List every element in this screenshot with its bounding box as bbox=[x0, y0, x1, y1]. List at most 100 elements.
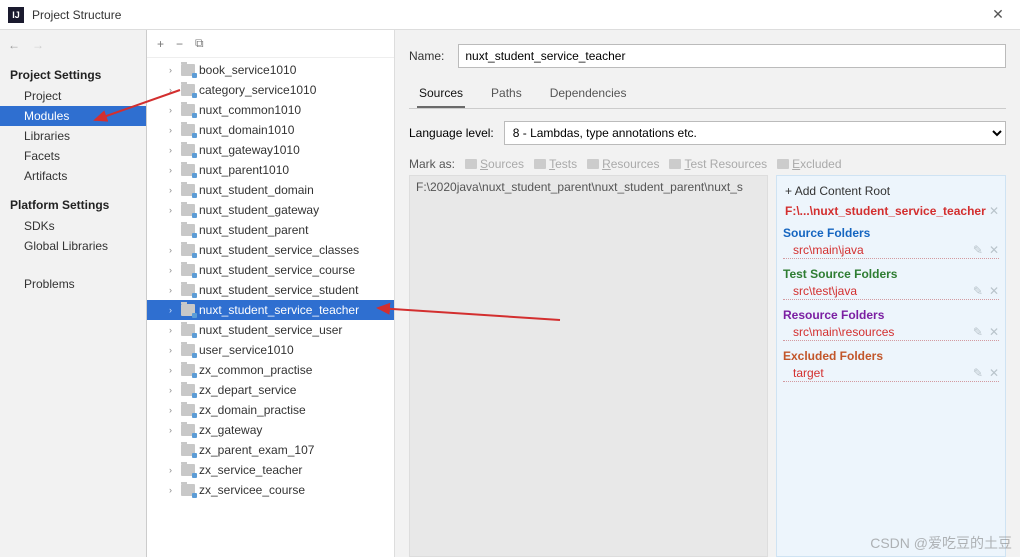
chevron-right-icon[interactable]: › bbox=[169, 345, 181, 355]
folder-icon bbox=[181, 484, 195, 496]
module-zx_servicee_course[interactable]: ›zx_servicee_course bbox=[147, 480, 394, 500]
module-zx_depart_service[interactable]: ›zx_depart_service bbox=[147, 380, 394, 400]
mark-tests[interactable]: Tests bbox=[534, 157, 577, 171]
content-roots-panel: Add Content Root F:\...\nuxt_student_ser… bbox=[776, 175, 1006, 557]
folder-entry[interactable]: src\main\resources✎✕ bbox=[783, 324, 999, 341]
module-category_service1010[interactable]: ›category_service1010 bbox=[147, 80, 394, 100]
tab-dependencies[interactable]: Dependencies bbox=[548, 80, 629, 108]
module-zx_gateway[interactable]: ›zx_gateway bbox=[147, 420, 394, 440]
chevron-right-icon[interactable]: › bbox=[169, 185, 181, 195]
mark-test-resources[interactable]: Test Resources bbox=[669, 157, 767, 171]
chevron-right-icon[interactable]: › bbox=[169, 385, 181, 395]
sidebar-item-libraries[interactable]: Libraries bbox=[0, 126, 146, 146]
folder-icon bbox=[669, 159, 681, 169]
folder-entry[interactable]: src\main\java✎✕ bbox=[783, 242, 999, 259]
mark-sources[interactable]: Sources bbox=[465, 157, 524, 171]
folder-entry[interactable]: src\test\java✎✕ bbox=[783, 283, 999, 300]
folder-icon bbox=[181, 464, 195, 476]
close-icon[interactable]: ✕ bbox=[984, 6, 1012, 23]
back-icon[interactable]: ← bbox=[8, 38, 20, 52]
sidebar-item-sdks[interactable]: SDKs bbox=[0, 216, 146, 236]
add-content-root-button[interactable]: Add Content Root bbox=[783, 180, 999, 202]
sidebar-item-project[interactable]: Project bbox=[0, 86, 146, 106]
tab-paths[interactable]: Paths bbox=[489, 80, 524, 108]
sidebar-item-problems[interactable]: Problems bbox=[0, 274, 146, 294]
chevron-right-icon[interactable]: › bbox=[169, 205, 181, 215]
module-nuxt_domain1010[interactable]: ›nuxt_domain1010 bbox=[147, 120, 394, 140]
sidebar-item-artifacts[interactable]: Artifacts bbox=[0, 166, 146, 186]
edit-icon[interactable]: ✎ bbox=[973, 366, 983, 380]
remove-icon[interactable]: ✕ bbox=[989, 243, 999, 257]
remove-icon[interactable]: ✕ bbox=[989, 366, 999, 380]
chevron-right-icon[interactable]: › bbox=[169, 305, 181, 315]
remove-icon[interactable]: ✕ bbox=[989, 284, 999, 298]
folder-icon bbox=[181, 84, 195, 96]
module-book_service1010[interactable]: ›book_service1010 bbox=[147, 60, 394, 80]
group-project-settings: Project Settings bbox=[0, 64, 146, 86]
module-zx_parent_exam_107[interactable]: zx_parent_exam_107 bbox=[147, 440, 394, 460]
module-user_service1010[interactable]: ›user_service1010 bbox=[147, 340, 394, 360]
folder-icon bbox=[181, 424, 195, 436]
chevron-right-icon[interactable]: › bbox=[169, 485, 181, 495]
module-nuxt_student_service_user[interactable]: ›nuxt_student_service_user bbox=[147, 320, 394, 340]
folder-icon bbox=[181, 384, 195, 396]
module-zx_common_practise[interactable]: ›zx_common_practise bbox=[147, 360, 394, 380]
chevron-right-icon[interactable]: › bbox=[169, 85, 181, 95]
module-nuxt_parent1010[interactable]: ›nuxt_parent1010 bbox=[147, 160, 394, 180]
folder-icon bbox=[181, 104, 195, 116]
sidebar-item-modules[interactable]: Modules bbox=[0, 106, 146, 126]
module-nuxt_common1010[interactable]: ›nuxt_common1010 bbox=[147, 100, 394, 120]
chevron-right-icon[interactable]: › bbox=[169, 265, 181, 275]
module-nuxt_student_parent[interactable]: nuxt_student_parent bbox=[147, 220, 394, 240]
chevron-right-icon[interactable]: › bbox=[169, 325, 181, 335]
chevron-right-icon[interactable]: › bbox=[169, 65, 181, 75]
module-nuxt_student_domain[interactable]: ›nuxt_student_domain bbox=[147, 180, 394, 200]
chevron-right-icon[interactable]: › bbox=[169, 125, 181, 135]
chevron-right-icon[interactable]: › bbox=[169, 165, 181, 175]
add-icon[interactable]: + bbox=[157, 37, 164, 51]
folder-entry[interactable]: target✎✕ bbox=[783, 365, 999, 382]
folder-icon bbox=[181, 344, 195, 356]
chevron-right-icon[interactable]: › bbox=[169, 425, 181, 435]
module-nuxt_student_service_classes[interactable]: ›nuxt_student_service_classes bbox=[147, 240, 394, 260]
folder-icon bbox=[181, 244, 195, 256]
module-nuxt_student_service_student[interactable]: ›nuxt_student_service_student bbox=[147, 280, 394, 300]
forward-icon[interactable]: → bbox=[32, 38, 44, 52]
remove-icon[interactable]: − bbox=[176, 37, 183, 51]
mark-excluded[interactable]: Excluded bbox=[777, 157, 841, 171]
sidebar-item-facets[interactable]: Facets bbox=[0, 146, 146, 166]
chevron-right-icon[interactable]: › bbox=[169, 365, 181, 375]
remove-icon[interactable]: ✕ bbox=[989, 325, 999, 339]
folder-icon bbox=[181, 184, 195, 196]
module-zx_domain_practise[interactable]: ›zx_domain_practise bbox=[147, 400, 394, 420]
module-zx_service_teacher[interactable]: ›zx_service_teacher bbox=[147, 460, 394, 480]
tab-sources[interactable]: Sources bbox=[417, 80, 465, 108]
content-root-entry[interactable]: F:\...\nuxt_student_service_teacher ✕ bbox=[783, 202, 999, 224]
folder-icon bbox=[181, 364, 195, 376]
module-nuxt_student_gateway[interactable]: ›nuxt_student_gateway bbox=[147, 200, 394, 220]
edit-icon[interactable]: ✎ bbox=[973, 243, 983, 257]
copy-icon[interactable]: ⧉ bbox=[195, 36, 204, 51]
module-nuxt_student_service_course[interactable]: ›nuxt_student_service_course bbox=[147, 260, 394, 280]
chevron-right-icon[interactable]: › bbox=[169, 465, 181, 475]
remove-root-icon[interactable]: ✕ bbox=[989, 204, 999, 218]
chevron-right-icon[interactable]: › bbox=[169, 405, 181, 415]
edit-icon[interactable]: ✎ bbox=[973, 325, 983, 339]
chevron-right-icon[interactable]: › bbox=[169, 145, 181, 155]
edit-icon[interactable]: ✎ bbox=[973, 284, 983, 298]
sidebar-item-global-libraries[interactable]: Global Libraries bbox=[0, 236, 146, 256]
nav-arrows: ← → bbox=[8, 38, 44, 52]
chevron-right-icon[interactable]: › bbox=[169, 245, 181, 255]
content-root-path[interactable]: F:\2020java\nuxt_student_parent\nuxt_stu… bbox=[409, 175, 768, 557]
module-nuxt_gateway1010[interactable]: ›nuxt_gateway1010 bbox=[147, 140, 394, 160]
chevron-right-icon[interactable]: › bbox=[169, 105, 181, 115]
chevron-right-icon[interactable]: › bbox=[169, 285, 181, 295]
module-tree[interactable]: ›book_service1010›category_service1010›n… bbox=[147, 58, 394, 557]
language-level-select[interactable]: 8 - Lambdas, type annotations etc. bbox=[504, 121, 1006, 145]
language-level-label: Language level: bbox=[409, 126, 494, 140]
module-name-input[interactable] bbox=[458, 44, 1006, 68]
module-nuxt_student_service_teacher[interactable]: ›nuxt_student_service_teacher bbox=[147, 300, 394, 320]
group-platform-settings: Platform Settings bbox=[0, 194, 146, 216]
mark-resources[interactable]: Resources bbox=[587, 157, 659, 171]
tree-toolbar: + − ⧉ bbox=[147, 30, 394, 58]
